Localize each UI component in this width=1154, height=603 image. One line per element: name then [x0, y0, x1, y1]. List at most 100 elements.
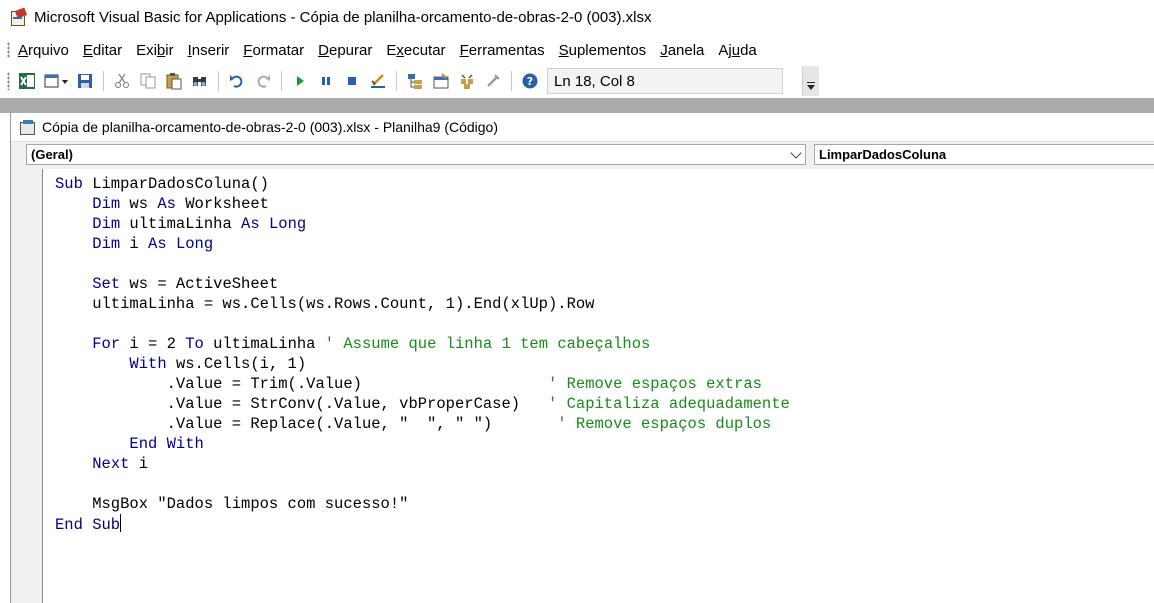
cursor-position-display: Ln 18, Col 8	[547, 68, 783, 94]
code-window-titlebar[interactable]: Cópia de planilha-orcamento-de-obras-2-0…	[11, 113, 1154, 142]
code-comment: ' Capitaliza adequadamente	[547, 395, 790, 413]
code-line[interactable]: .Value = Trim(.Value) ' Remove espaços e…	[55, 374, 790, 394]
reset-icon[interactable]	[342, 71, 362, 91]
menu-item-accelerator: x	[396, 41, 404, 59]
procedure-dropdown[interactable]: LimparDadosColuna	[814, 144, 1154, 165]
copy-icon[interactable]	[138, 71, 158, 91]
code-line[interactable]: ultimaLinha = ws.Cells(ws.Rows.Count, 1)…	[55, 294, 790, 314]
code-keyword: As	[148, 235, 167, 253]
cut-icon[interactable]	[112, 71, 132, 91]
menu-item[interactable]: Arquivo	[18, 42, 69, 59]
menu-item[interactable]: Editar	[83, 42, 122, 59]
insert-module-icon[interactable]	[43, 71, 69, 91]
menu-item-label-rest: uplementos	[568, 41, 647, 59]
code-keyword: As	[241, 215, 260, 233]
run-icon[interactable]	[290, 71, 310, 91]
menu-item[interactable]: Ajuda	[718, 42, 756, 59]
svg-text:?: ?	[527, 75, 533, 88]
menu-item[interactable]: Janela	[660, 42, 704, 59]
menu-grip-handle[interactable]	[7, 42, 10, 58]
code-editor[interactable]: Sub LimparDadosColuna() Dim ws As Worksh…	[42, 169, 1154, 603]
vba-app-icon	[10, 7, 28, 26]
menu-item-label-rest: anela	[667, 41, 705, 59]
code-token: ultimaLinha = ws.Cells(ws.Rows.Count, 1)…	[55, 295, 595, 313]
code-token: ws = ActiveSheet	[120, 275, 279, 293]
break-icon[interactable]	[316, 71, 336, 91]
menu-item-accelerator: A	[18, 41, 29, 59]
code-keyword: Long	[175, 235, 214, 253]
window-title: Microsoft Visual Basic for Applications …	[34, 8, 652, 26]
procedure-dropdown-value: LimparDadosColuna	[819, 147, 947, 162]
code-line[interactable]: ​	[55, 474, 790, 494]
project-explorer-icon[interactable]	[405, 71, 425, 91]
code-token: .Value = StrConv(.Value, vbProperCase)	[55, 395, 548, 413]
menu-item-label-rest: ir	[165, 41, 174, 59]
code-line[interactable]: Next i	[55, 454, 790, 474]
menu-item[interactable]: Ferramentas	[460, 42, 545, 59]
code-keyword: With	[129, 355, 167, 373]
code-keyword: Dim	[92, 195, 121, 213]
code-token: i = 2	[120, 335, 186, 353]
mdi-background	[0, 99, 1154, 113]
code-line[interactable]: ​	[55, 254, 790, 274]
code-line[interactable]: ​	[55, 314, 790, 334]
code-keyword: Dim	[92, 235, 121, 253]
code-keyword: As	[157, 195, 176, 213]
code-keyword: To	[185, 335, 204, 353]
code-line[interactable]: MsgBox "Dados limpos com sucesso!"	[55, 494, 790, 514]
code-line[interactable]: Dim ultimaLinha As Long	[55, 214, 790, 234]
menu-item-accelerator: J	[660, 41, 668, 59]
toolbox-icon[interactable]	[483, 71, 503, 91]
save-icon[interactable]	[75, 71, 95, 91]
menu-item[interactable]: Exibir	[136, 42, 174, 59]
menu-item[interactable]: Executar	[386, 42, 445, 59]
code-token: .Value = Trim(.Value)	[55, 375, 548, 393]
code-line[interactable]: Dim ws As Worksheet	[55, 194, 790, 214]
code-line[interactable]: Set ws = ActiveSheet	[55, 274, 790, 294]
menu-item[interactable]: Inserir	[188, 42, 230, 59]
code-line[interactable]: With ws.Cells(i, 1)	[55, 354, 790, 374]
code-line[interactable]: .Value = StrConv(.Value, vbProperCase) '…	[55, 394, 790, 414]
code-keyword: For	[92, 335, 121, 353]
toolbar-separator	[218, 71, 219, 91]
code-token: ws.Cells(i, 1)	[166, 355, 307, 373]
toolbar-grip-handle[interactable]	[7, 72, 10, 90]
code-line[interactable]: Sub LimparDadosColuna()	[55, 174, 790, 194]
code-line[interactable]: End With	[55, 434, 790, 454]
object-browser-icon[interactable]	[457, 71, 477, 91]
code-line[interactable]: Dim i As Long	[55, 234, 790, 254]
menu-item-label-rest: ditar	[92, 41, 123, 59]
menu-item[interactable]: Depurar	[318, 42, 372, 59]
toolbar-separator	[281, 71, 282, 91]
code-text[interactable]: Sub LimparDadosColuna() Dim ws As Worksh…	[55, 174, 790, 534]
object-dropdown-value: (Geral)	[31, 147, 73, 162]
toolbar-separator	[511, 71, 512, 91]
object-dropdown[interactable]: (Geral)	[26, 144, 806, 165]
paste-icon[interactable]	[164, 71, 184, 91]
redo-icon[interactable]	[253, 71, 273, 91]
code-token: ultimaLinha	[120, 215, 242, 233]
code-token: ws	[120, 195, 158, 213]
properties-icon[interactable]	[431, 71, 451, 91]
code-line[interactable]: .Value = Replace(.Value, " ", " ") ' Rem…	[55, 414, 790, 434]
code-token: ultimaLinha	[203, 335, 325, 353]
menu-item-label-rest: da	[740, 41, 757, 59]
menu-item[interactable]: Formatar	[243, 42, 304, 59]
code-window-icon	[20, 120, 36, 135]
help-icon[interactable]: ?	[520, 71, 540, 91]
design-mode-icon[interactable]	[368, 71, 388, 91]
code-line[interactable]: For i = 2 To ultimaLinha ' Assume que li…	[55, 334, 790, 354]
menu-item[interactable]: Suplementos	[559, 42, 647, 59]
excel-view-icon[interactable]	[17, 71, 37, 91]
menu-items: Arquivo Editar Exibir Inserir Formatar Depura…	[18, 42, 771, 59]
code-line[interactable]: End Sub	[55, 514, 790, 534]
menu-item-label-pre: E	[386, 41, 397, 59]
menu-item-label-rest: epurar	[328, 41, 373, 59]
toolbar-options-button[interactable]	[802, 66, 819, 96]
find-icon[interactable]	[190, 71, 210, 91]
undo-icon[interactable]	[227, 71, 247, 91]
menu-item-label-rest: rquivo	[28, 41, 69, 59]
